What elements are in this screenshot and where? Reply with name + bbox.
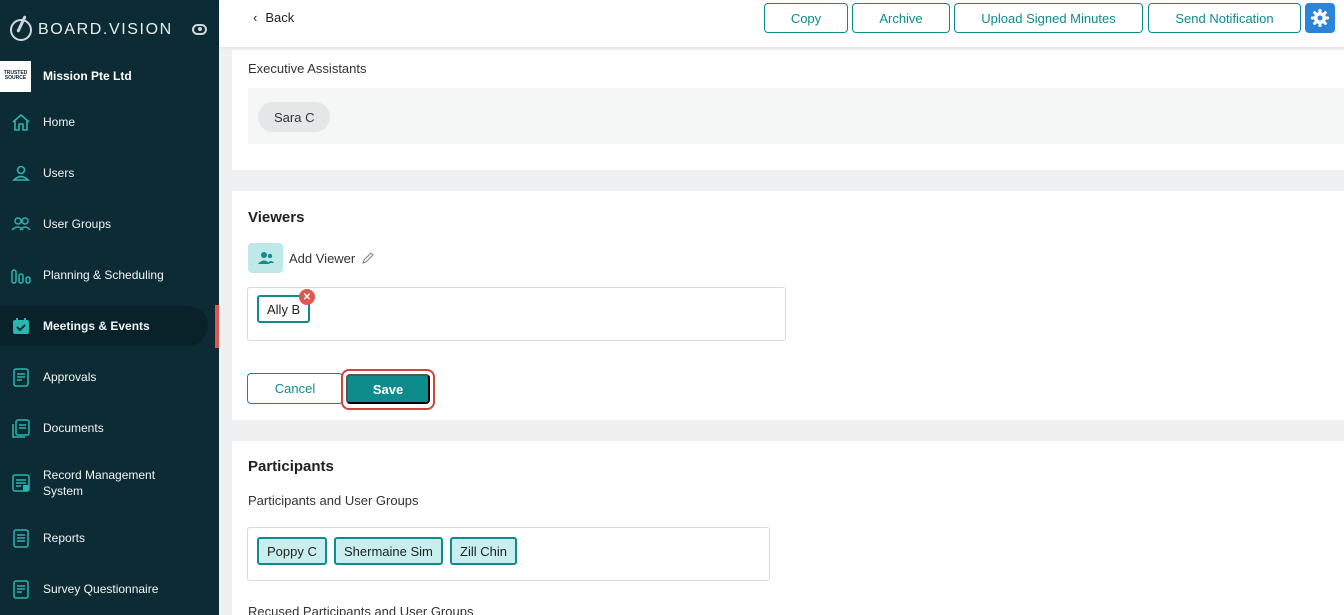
survey-icon [13, 580, 29, 599]
add-users-icon [248, 243, 283, 273]
planning-icon [11, 269, 31, 284]
approvals-icon [13, 368, 29, 387]
recused-participants-label: Recused Participants and User Groups [248, 604, 474, 615]
viewers-select-box[interactable]: Ally B ✕ [247, 287, 786, 341]
brand-mark-icon [10, 19, 32, 41]
remove-viewer-icon[interactable]: ✕ [299, 289, 315, 305]
sidebar-item-label: Survey Questionnaire [43, 582, 159, 596]
org-name: Mission Pte Ltd [43, 69, 132, 83]
participant-chip-label: Shermaine Sim [344, 543, 433, 559]
executive-assistants-box: Sara C [248, 88, 1344, 144]
participants-card: Participants Participants and User Group… [232, 441, 1344, 615]
sidebar-item-reports[interactable]: Reports [0, 518, 219, 558]
sidebar-item-survey[interactable]: Survey Questionnaire [0, 569, 219, 609]
sidebar-item-label: Documents [43, 421, 104, 435]
settings-button[interactable] [1305, 3, 1335, 33]
back-label: Back [265, 10, 295, 25]
send-notification-button[interactable]: Send Notification [1148, 3, 1301, 33]
sidebar-item-documents[interactable]: Documents [0, 408, 219, 448]
sidebar-item-approvals[interactable]: Approvals [0, 357, 219, 397]
sidebar-item-label: Record Management System [43, 468, 156, 498]
back-button[interactable]: ‹ Back [253, 10, 294, 25]
org-logo: TRUSTED SOURCE [0, 60, 31, 92]
sidebar-item-label: User Groups [43, 217, 112, 231]
participant-chip: Zill Chin [450, 537, 517, 565]
participant-chip-label: Zill Chin [460, 543, 507, 559]
record-icon [12, 474, 30, 492]
executive-assistants-card: Executive Assistants Sara C [232, 50, 1344, 170]
sidebar-item-label: Meetings & Events [43, 319, 150, 333]
sidebar-item-label: Planning & Scheduling [43, 268, 164, 282]
sidebar-item-home[interactable]: Home [0, 102, 219, 142]
participant-chip: Poppy C [257, 537, 327, 565]
viewers-title: Viewers [248, 209, 305, 226]
home-icon [12, 114, 30, 131]
add-viewer-label: Add Viewer [289, 250, 356, 266]
viewer-chip-label: Ally B [267, 301, 301, 317]
sidebar-toggle-icon[interactable] [192, 24, 207, 35]
executive-assistants-label: Executive Assistants [248, 61, 367, 76]
users-icon [11, 217, 31, 231]
sidebar-item-user-groups[interactable]: User Groups [0, 204, 219, 244]
participants-select-box[interactable]: Poppy C Shermaine Sim Zill Chin [247, 527, 770, 581]
pencil-icon[interactable] [361, 251, 375, 265]
participants-groups-label: Participants and User Groups [248, 493, 419, 508]
calendar-check-icon [13, 318, 29, 334]
participant-chip-label: Poppy C [267, 543, 317, 559]
add-viewer-button[interactable]: Add Viewer [248, 243, 375, 273]
sidebar-item-meetings-events[interactable]: Meetings & Events [0, 306, 208, 346]
cancel-button[interactable]: Cancel [247, 373, 343, 404]
sidebar-item-label: Reports [43, 531, 86, 545]
top-bar: ‹ Back Copy Archive Upload Signed Minute… [219, 0, 1344, 47]
copy-button[interactable]: Copy [764, 3, 848, 33]
sidebar-item-users[interactable]: Users [0, 153, 219, 193]
sidebar-item-label: Home [43, 115, 76, 129]
viewers-card: Viewers Add Viewer Ally B ✕ Cancel Save [232, 191, 1344, 420]
brand-logo[interactable]: BOARD.VISION [10, 16, 173, 44]
sidebar-item-planning-scheduling[interactable]: Planning & Scheduling [0, 255, 219, 295]
sidebar-item-label: Approvals [43, 370, 97, 384]
sidebar-item-label: Users [43, 166, 75, 180]
save-button[interactable]: Save [346, 374, 430, 404]
sidebar-item-record-management[interactable]: Record Management System [0, 462, 219, 504]
sidebar: BOARD.VISION TRUSTED SOURCE Mission Pte … [0, 0, 219, 615]
user-icon [12, 165, 30, 181]
archive-button[interactable]: Archive [852, 3, 950, 33]
chevron-left-icon: ‹ [253, 10, 258, 25]
active-nav-indicator [215, 305, 219, 348]
org-switcher[interactable]: TRUSTED SOURCE Mission Pte Ltd [0, 59, 219, 93]
upload-signed-minutes-button[interactable]: Upload Signed Minutes [954, 3, 1143, 33]
brand-name: BOARD.VISION [38, 21, 173, 38]
gear-icon [1311, 9, 1329, 27]
person-pill: Sara C [258, 102, 331, 132]
participants-title: Participants [248, 458, 334, 475]
reports-icon [13, 529, 29, 548]
participant-chip: Shermaine Sim [334, 537, 443, 565]
documents-icon [12, 419, 30, 438]
